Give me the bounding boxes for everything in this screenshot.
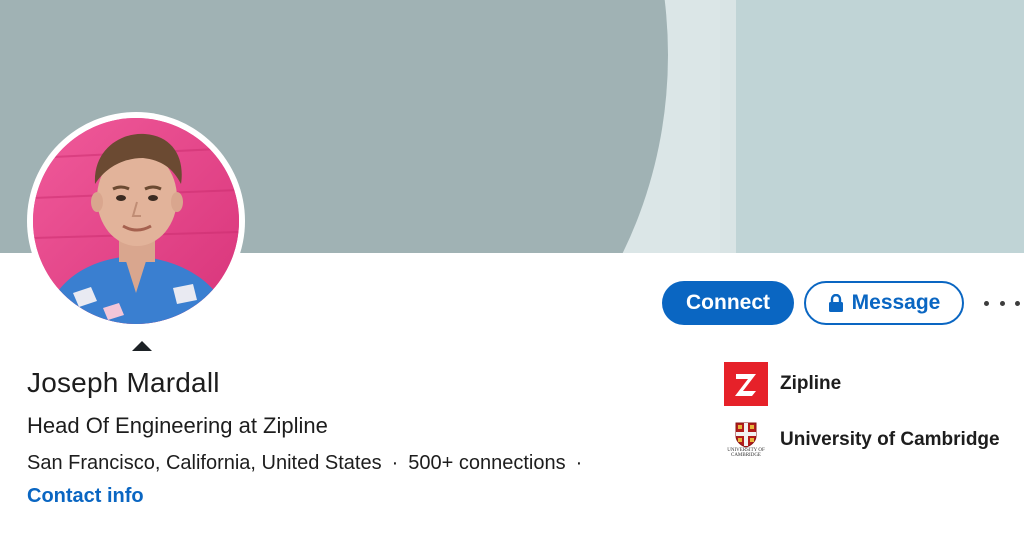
connect-button[interactable]: Connect xyxy=(662,281,794,325)
connect-button-label: Connect xyxy=(686,291,770,314)
avatar-portrait xyxy=(33,118,239,324)
cambridge-crest-logo: UNIVERSITY OF CAMBRIDGE xyxy=(724,418,768,462)
profile-meta: San Francisco, California, United States… xyxy=(27,452,592,475)
org-item-zipline[interactable]: Zipline xyxy=(724,362,841,406)
profile-location: San Francisco, California, United States xyxy=(27,452,382,474)
cambridge-logo-text: UNIVERSITY OF CAMBRIDGE xyxy=(727,448,765,458)
avatar-photo xyxy=(33,118,239,324)
more-dot xyxy=(1015,300,1020,306)
message-button[interactable]: Message xyxy=(804,281,964,325)
zipline-logo xyxy=(724,362,768,406)
more-horizontal-icon[interactable] xyxy=(984,290,1020,316)
contact-info-link[interactable]: Contact info xyxy=(27,485,144,508)
more-dot xyxy=(984,300,989,306)
org-name: University of Cambridge xyxy=(780,429,1000,450)
more-dot xyxy=(999,300,1005,306)
meta-separator-trailing: · xyxy=(575,452,583,474)
lock-icon xyxy=(828,294,844,312)
profile-headline: Head Of Engineering at Zipline xyxy=(27,413,328,438)
meta-separator: · xyxy=(391,452,399,474)
profile-connections[interactable]: 500+ connections xyxy=(408,452,565,474)
org-name: Zipline xyxy=(780,373,842,394)
avatar-caret-icon xyxy=(132,341,152,351)
message-button-label: Message xyxy=(851,291,941,314)
profile-avatar[interactable] xyxy=(27,112,245,330)
org-item-cambridge[interactable]: UNIVERSITY OF CAMBRIDGE University of Ca… xyxy=(724,418,1000,462)
banner-strip xyxy=(720,0,736,253)
profile-name: Joseph Mardall xyxy=(27,367,220,398)
